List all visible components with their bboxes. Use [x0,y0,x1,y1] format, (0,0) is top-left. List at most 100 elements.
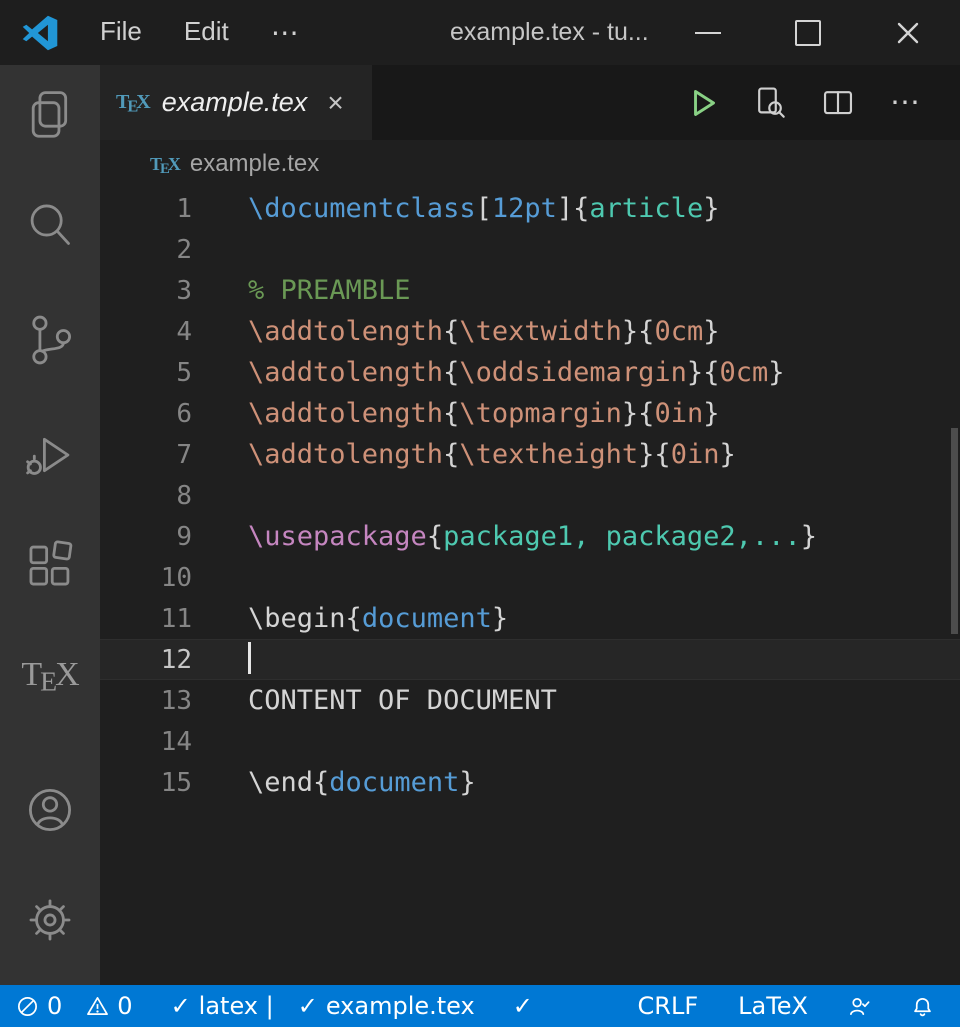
title-bar: File Edit ⋯ example.tex - tu... [0,0,960,65]
problems-errors[interactable]: 0 [16,992,62,1020]
code-editor[interactable]: 1 \documentclass[12pt]{article} 23% PREAMB… [100,188,960,985]
code-text: \documentclass[12pt]{article} [248,193,719,224]
compile-file-status[interactable]: ✓ example.tex [298,992,475,1020]
code-text: \addtolength{\topmargin}{0in} [248,398,719,429]
tex-icon: TEX [21,656,78,694]
maximize-icon [795,20,821,46]
line-number: 1 [100,189,192,230]
code-line[interactable]: 15 \end{document} [100,762,960,803]
activity-item-settings[interactable] [0,884,100,956]
vscode-logo-icon [22,15,58,51]
code-line[interactable]: 1 \documentclass[12pt]{article} [100,188,960,229]
line-number: 2 [100,230,192,271]
vscode-window: File Edit ⋯ example.tex - tu... [0,0,960,1027]
source-control-icon [22,312,78,368]
code-line[interactable]: 8 [100,475,960,516]
check-icon: ✓ [513,992,533,1020]
line-number: 6 [100,394,192,435]
code-text: CONTENT OF DOCUMENT [248,685,557,716]
line-number: 3 [100,271,192,312]
code-line[interactable]: 4\addtolength{\textwidth}{0cm} [100,311,960,352]
tab-close-icon[interactable]: × [327,89,343,117]
minimize-button[interactable] [686,11,730,55]
line-number: 7 [100,435,192,476]
more-actions-icon: ⋯ [890,85,922,120]
code-line[interactable]: 2 [100,229,960,270]
code-text [248,644,251,675]
line-number: 11 [100,599,192,640]
activity-bar: TEX [0,65,100,985]
tex-file-icon: TEX [150,154,180,175]
code-line[interactable]: 13 CONTENT OF DOCUMENT [100,680,960,721]
code-text: \end{document} [248,767,476,798]
text-cursor [248,642,251,674]
window-controls [686,11,960,55]
activity-item-search[interactable] [0,189,100,261]
view-pdf-button[interactable] [750,83,790,123]
code-line[interactable]: 12 [100,639,960,680]
menu-file[interactable]: File [82,10,160,55]
activity-item-account[interactable] [0,774,100,846]
play-icon [684,85,720,121]
more-actions-button[interactable]: ⋯ [886,83,926,123]
menu-bar: File Edit ⋯ [82,10,319,55]
tab-label: example.tex [162,87,308,118]
activity-item-explorer[interactable] [0,79,100,151]
activity-item-extensions[interactable] [0,529,100,601]
line-number: 10 [100,558,192,599]
code-line[interactable]: 5 \addtolength{\oddsidemargin}{0cm} [100,352,960,393]
error-count: 0 [47,992,62,1020]
code-line[interactable]: 7 \addtolength{\textheight}{0in} [100,434,960,475]
error-icon [16,995,39,1018]
code-line[interactable]: 9\usepackage{package1, package2,...} [100,516,960,557]
activity-item-source-control[interactable] [0,304,100,376]
code-text: \begin{document} [248,603,508,634]
code-line[interactable]: 11 \begin{document} [100,598,960,639]
breadcrumb: TEX example.tex [100,140,960,188]
check-icon: ✓ [171,992,191,1020]
code-text: \addtolength{\oddsidemargin}{0cm} [248,357,785,388]
line-number: 13 [100,681,192,722]
split-editor-button[interactable] [818,83,858,123]
build-run-button[interactable] [682,83,722,123]
code-line[interactable]: 10 [100,557,960,598]
minimize-icon [695,32,721,34]
eol-indicator[interactable]: CRLF [638,992,699,1020]
build-label: latex | [199,992,274,1020]
code-line[interactable]: 6 \addtolength{\topmargin}{0in} [100,393,960,434]
menu-edit[interactable]: Edit [166,10,247,55]
activity-item-latex-workshop[interactable]: TEX [0,639,100,711]
close-icon [895,20,921,46]
line-number: 5 [100,353,192,394]
maximize-button[interactable] [786,11,830,55]
language-mode[interactable]: LaTeX [738,992,808,1020]
bell-icon [911,995,934,1018]
editor-scrollbar[interactable] [951,428,958,634]
notifications-button[interactable] [911,995,934,1018]
problems-warnings[interactable]: 0 [86,992,132,1020]
synctex-status[interactable]: ✓ [513,992,533,1020]
code-text: \addtolength{\textheight}{0in} [248,439,736,470]
build-status[interactable]: ✓ latex | [171,992,274,1020]
warning-icon [86,995,109,1018]
feedback-button[interactable] [848,995,871,1018]
account-icon [22,782,78,838]
warning-count: 0 [117,992,132,1020]
compile-file-label: example.tex [326,992,475,1020]
breadcrumb-file[interactable]: example.tex [190,150,319,178]
status-right: CRLF LaTeX [638,992,934,1020]
activity-item-run-debug[interactable] [0,419,100,491]
person-check-icon [848,995,871,1018]
tab-example-tex[interactable]: TEX example.tex × [100,65,372,140]
code-lines: 1 \documentclass[12pt]{article} 23% PREAMB… [100,188,960,803]
code-line[interactable]: 3% PREAMBLE [100,270,960,311]
close-button[interactable] [886,11,930,55]
code-line[interactable]: 14 [100,721,960,762]
check-icon: ✓ [298,992,318,1020]
line-number: 15 [100,763,192,804]
menu-overflow[interactable]: ⋯ [253,10,319,55]
split-editor-icon [820,85,856,121]
explorer-icon [22,87,78,143]
status-bar: 0 0 ✓ latex | ✓ example.tex ✓ [0,985,960,1027]
tab-bar: TEX example.tex × [100,65,960,140]
